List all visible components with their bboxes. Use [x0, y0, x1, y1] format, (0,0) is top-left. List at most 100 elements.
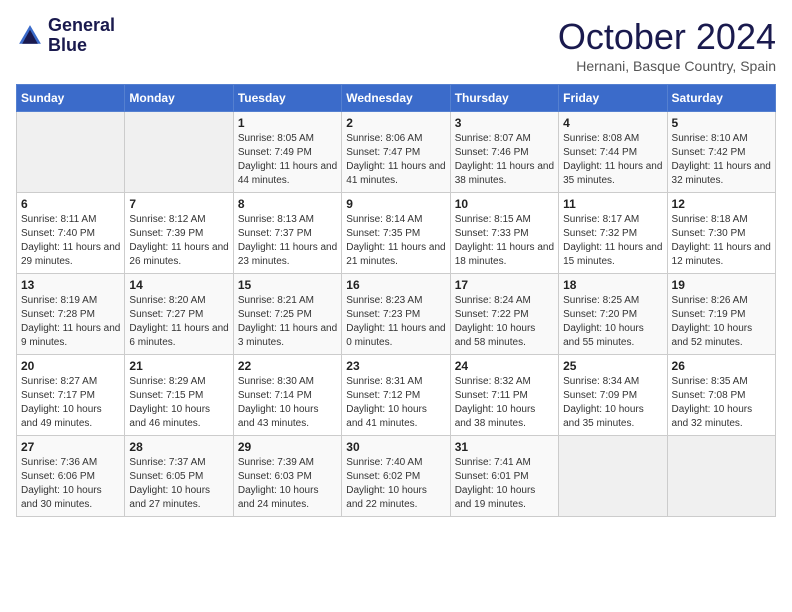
- calendar-cell: 18 Sunrise: 8:25 AM Sunset: 7:20 PM Dayli…: [559, 274, 667, 355]
- day-info: Sunrise: 8:26 AM Sunset: 7:19 PM Dayligh…: [672, 294, 771, 350]
- calendar-cell: 3 Sunrise: 8:07 AM Sunset: 7:46 PM Daylig…: [450, 112, 558, 193]
- day-number: 24: [455, 359, 554, 373]
- calendar-week-row: 13 Sunrise: 8:19 AM Sunset: 7:28 PM Dayli…: [17, 274, 776, 355]
- day-number: 4: [563, 116, 662, 130]
- day-number: 28: [129, 440, 228, 454]
- calendar-cell: 20Sunrise: 8:27 AM Sunset: 7:17 PM Dayli…: [17, 355, 125, 436]
- calendar-table: SundayMondayTuesdayWednesdayThursdayFrid…: [16, 84, 776, 517]
- calendar-cell: 11 Sunrise: 8:17 AM Sunset: 7:32 PM Dayli…: [559, 193, 667, 274]
- calendar-cell: 31 Sunrise: 7:41 AM Sunset: 6:01 PM Dayli…: [450, 436, 558, 517]
- day-number: 12: [672, 197, 771, 211]
- calendar-cell: 28 Sunrise: 7:37 AM Sunset: 6:05 PM Dayli…: [125, 436, 233, 517]
- day-number: 10: [455, 197, 554, 211]
- day-number: 1: [238, 116, 337, 130]
- calendar-cell: 10 Sunrise: 8:15 AM Sunset: 7:33 PM Dayli…: [450, 193, 558, 274]
- logo: General Blue: [16, 16, 115, 56]
- weekday-header-row: SundayMondayTuesdayWednesdayThursdayFrid…: [17, 85, 776, 112]
- day-info: Sunrise: 8:13 AM Sunset: 7:37 PM Dayligh…: [238, 213, 337, 269]
- calendar-cell: 27 Sunrise: 7:36 AM Sunset: 6:06 PM Dayli…: [17, 436, 125, 517]
- day-info: Sunrise: 8:18 AM Sunset: 7:30 PM Dayligh…: [672, 213, 771, 269]
- day-info: Sunrise: 8:30 AM Sunset: 7:14 PM Dayligh…: [238, 375, 337, 431]
- calendar-cell: [125, 112, 233, 193]
- day-number: 23: [346, 359, 445, 373]
- calendar-cell: 9 Sunrise: 8:14 AM Sunset: 7:35 PM Daylig…: [342, 193, 450, 274]
- day-number: 21: [129, 359, 228, 373]
- day-number: 2: [346, 116, 445, 130]
- day-info: Sunrise: 8:10 AM Sunset: 7:42 PM Dayligh…: [672, 132, 771, 188]
- calendar-week-row: 20Sunrise: 8:27 AM Sunset: 7:17 PM Dayli…: [17, 355, 776, 436]
- day-info: Sunrise: 7:41 AM Sunset: 6:01 PM Dayligh…: [455, 456, 554, 512]
- calendar-cell: 2 Sunrise: 8:06 AM Sunset: 7:47 PM Daylig…: [342, 112, 450, 193]
- day-number: 22: [238, 359, 337, 373]
- day-number: 3: [455, 116, 554, 130]
- calendar-cell: 13 Sunrise: 8:19 AM Sunset: 7:28 PM Dayli…: [17, 274, 125, 355]
- calendar-cell: 1 Sunrise: 8:05 AM Sunset: 7:49 PM Daylig…: [233, 112, 341, 193]
- day-info: Sunrise: 8:32 AM Sunset: 7:11 PM Dayligh…: [455, 375, 554, 431]
- calendar-cell: 19Sunrise: 8:26 AM Sunset: 7:19 PM Dayli…: [667, 274, 775, 355]
- day-number: 6: [21, 197, 120, 211]
- calendar-cell: 6 Sunrise: 8:11 AM Sunset: 7:40 PM Daylig…: [17, 193, 125, 274]
- day-info: Sunrise: 8:17 AM Sunset: 7:32 PM Dayligh…: [563, 213, 662, 269]
- calendar-cell: 25Sunrise: 8:34 AM Sunset: 7:09 PM Dayli…: [559, 355, 667, 436]
- title-block: October 2024 Hernani, Basque Country, Sp…: [558, 16, 776, 74]
- calendar-cell: 24 Sunrise: 8:32 AM Sunset: 7:11 PM Dayli…: [450, 355, 558, 436]
- day-number: 17: [455, 278, 554, 292]
- day-info: Sunrise: 8:14 AM Sunset: 7:35 PM Dayligh…: [346, 213, 445, 269]
- day-number: 14: [129, 278, 228, 292]
- weekday-header: Wednesday: [342, 85, 450, 112]
- calendar-cell: 14 Sunrise: 8:20 AM Sunset: 7:27 PM Dayli…: [125, 274, 233, 355]
- day-number: 8: [238, 197, 337, 211]
- calendar-cell: [17, 112, 125, 193]
- day-info: Sunrise: 8:19 AM Sunset: 7:28 PM Dayligh…: [21, 294, 120, 350]
- location-subtitle: Hernani, Basque Country, Spain: [558, 58, 776, 74]
- weekday-header: Tuesday: [233, 85, 341, 112]
- calendar-cell: 4 Sunrise: 8:08 AM Sunset: 7:44 PM Daylig…: [559, 112, 667, 193]
- calendar-cell: 7 Sunrise: 8:12 AM Sunset: 7:39 PM Daylig…: [125, 193, 233, 274]
- day-info: Sunrise: 8:29 AM Sunset: 7:15 PM Dayligh…: [129, 375, 228, 431]
- day-number: 29: [238, 440, 337, 454]
- day-info: Sunrise: 8:20 AM Sunset: 7:27 PM Dayligh…: [129, 294, 228, 350]
- day-number: 25: [563, 359, 662, 373]
- day-info: Sunrise: 8:11 AM Sunset: 7:40 PM Dayligh…: [21, 213, 120, 269]
- day-info: Sunrise: 8:25 AM Sunset: 7:20 PM Dayligh…: [563, 294, 662, 350]
- day-info: Sunrise: 7:39 AM Sunset: 6:03 PM Dayligh…: [238, 456, 337, 512]
- day-info: Sunrise: 7:36 AM Sunset: 6:06 PM Dayligh…: [21, 456, 120, 512]
- day-info: Sunrise: 8:31 AM Sunset: 7:12 PM Dayligh…: [346, 375, 445, 431]
- calendar-cell: 5 Sunrise: 8:10 AM Sunset: 7:42 PM Daylig…: [667, 112, 775, 193]
- calendar-cell: 8 Sunrise: 8:13 AM Sunset: 7:37 PM Daylig…: [233, 193, 341, 274]
- calendar-cell: 15Sunrise: 8:21 AM Sunset: 7:25 PM Dayli…: [233, 274, 341, 355]
- calendar-cell: [559, 436, 667, 517]
- day-number: 13: [21, 278, 120, 292]
- day-number: 31: [455, 440, 554, 454]
- calendar-cell: 16Sunrise: 8:23 AM Sunset: 7:23 PM Dayli…: [342, 274, 450, 355]
- day-number: 11: [563, 197, 662, 211]
- day-number: 15: [238, 278, 337, 292]
- weekday-header: Friday: [559, 85, 667, 112]
- day-info: Sunrise: 8:24 AM Sunset: 7:22 PM Dayligh…: [455, 294, 554, 350]
- logo-icon: [16, 22, 44, 50]
- weekday-header: Thursday: [450, 85, 558, 112]
- day-info: Sunrise: 8:15 AM Sunset: 7:33 PM Dayligh…: [455, 213, 554, 269]
- day-number: 7: [129, 197, 228, 211]
- day-info: Sunrise: 8:05 AM Sunset: 7:49 PM Dayligh…: [238, 132, 337, 188]
- day-info: Sunrise: 8:07 AM Sunset: 7:46 PM Dayligh…: [455, 132, 554, 188]
- weekday-header: Monday: [125, 85, 233, 112]
- calendar-week-row: 1 Sunrise: 8:05 AM Sunset: 7:49 PM Daylig…: [17, 112, 776, 193]
- calendar-cell: 21 Sunrise: 8:29 AM Sunset: 7:15 PM Dayli…: [125, 355, 233, 436]
- calendar-cell: 26 Sunrise: 8:35 AM Sunset: 7:08 PM Dayli…: [667, 355, 775, 436]
- month-title: October 2024: [558, 16, 776, 58]
- day-number: 27: [21, 440, 120, 454]
- day-info: Sunrise: 7:37 AM Sunset: 6:05 PM Dayligh…: [129, 456, 228, 512]
- day-number: 26: [672, 359, 771, 373]
- day-info: Sunrise: 8:06 AM Sunset: 7:47 PM Dayligh…: [346, 132, 445, 188]
- day-number: 16: [346, 278, 445, 292]
- day-info: Sunrise: 8:12 AM Sunset: 7:39 PM Dayligh…: [129, 213, 228, 269]
- calendar-cell: 30Sunrise: 7:40 AM Sunset: 6:02 PM Dayli…: [342, 436, 450, 517]
- day-number: 5: [672, 116, 771, 130]
- day-number: 9: [346, 197, 445, 211]
- day-info: Sunrise: 8:35 AM Sunset: 7:08 PM Dayligh…: [672, 375, 771, 431]
- day-info: Sunrise: 8:08 AM Sunset: 7:44 PM Dayligh…: [563, 132, 662, 188]
- calendar-cell: 23 Sunrise: 8:31 AM Sunset: 7:12 PM Dayli…: [342, 355, 450, 436]
- day-number: 18: [563, 278, 662, 292]
- calendar-cell: 12 Sunrise: 8:18 AM Sunset: 7:30 PM Dayli…: [667, 193, 775, 274]
